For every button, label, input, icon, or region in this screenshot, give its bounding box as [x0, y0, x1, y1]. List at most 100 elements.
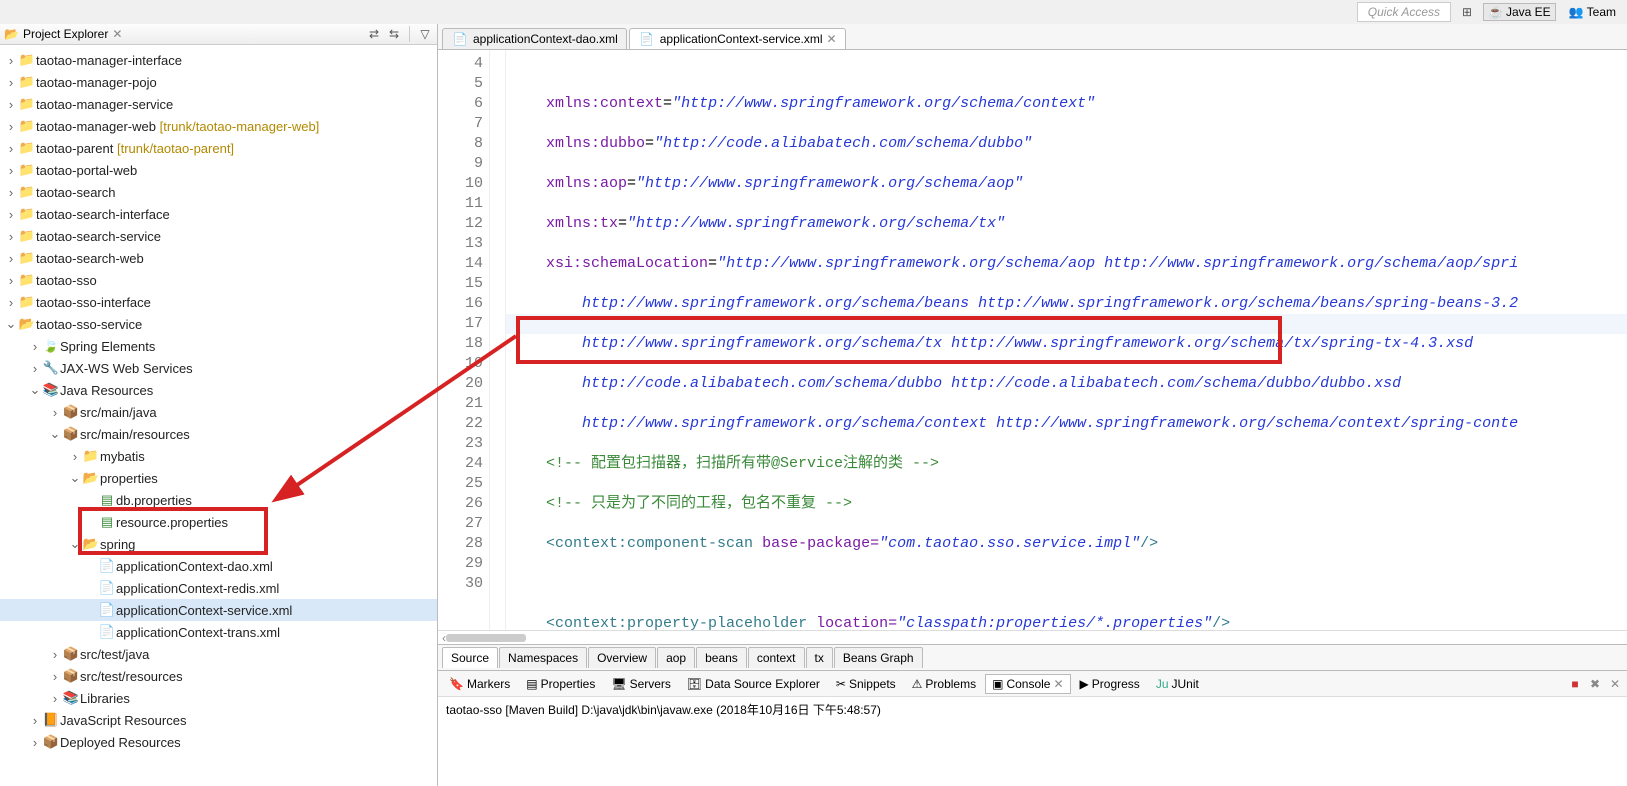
horizontal-scrollbar[interactable]: ‹ [438, 630, 1627, 644]
xml-file-selected[interactable]: 📄applicationContext-service.xml [0, 599, 437, 621]
project-label: taotao-sso-interface [36, 295, 151, 310]
collapse-all-icon[interactable]: ⇄ [366, 26, 382, 42]
editor-tab[interactable]: 📄applicationContext-dao.xml [442, 28, 627, 49]
node-label: Java Resources [60, 383, 153, 398]
project-node[interactable]: ›📁taotao-portal-web [0, 159, 437, 181]
package-node-open[interactable]: ⌄📂spring [0, 533, 437, 555]
tab-label: Console [1006, 677, 1050, 691]
node-label: properties [100, 471, 158, 486]
src-folder-node[interactable]: ›📦src/test/java [0, 643, 437, 665]
package-node[interactable]: ›📁mybatis [0, 445, 437, 467]
project-node[interactable]: ›📁taotao-search-web [0, 247, 437, 269]
tab-beans[interactable]: beans [696, 647, 747, 668]
view-tab-properties[interactable]: ▤Properties [519, 674, 602, 694]
code-content[interactable]: xmlns:context="http://www.springframewor… [506, 50, 1627, 630]
project-node[interactable]: ›📁taotao-manager-web [trunk/taotao-manag… [0, 115, 437, 137]
project-node[interactable]: ›📁taotao-manager-service [0, 93, 437, 115]
perspective-javaee[interactable]: ☕ Java EE [1483, 3, 1556, 21]
view-tab-console[interactable]: ▣Console ✕ [985, 674, 1070, 694]
tab-beans-graph[interactable]: Beans Graph [834, 647, 923, 668]
project-node[interactable]: ›📁taotao-search-service [0, 225, 437, 247]
project-label: taotao-sso-service [36, 317, 142, 332]
view-tab-dse[interactable]: 🗄Data Source Explorer [680, 674, 827, 694]
project-node[interactable]: ›📁taotao-sso [0, 269, 437, 291]
project-node[interactable]: ›📁taotao-parent [trunk/taotao-parent] [0, 137, 437, 159]
deployed-resources-node[interactable]: ›📦Deployed Resources [0, 731, 437, 753]
project-label: taotao-search [36, 185, 116, 200]
node-label: src/test/resources [80, 669, 183, 684]
perspective-label: Team [1587, 5, 1616, 19]
tab-context[interactable]: context [748, 647, 805, 668]
jaxws-node[interactable]: ›🔧JAX-WS Web Services [0, 357, 437, 379]
libraries-node[interactable]: ›📚Libraries [0, 687, 437, 709]
tab-aop[interactable]: aop [657, 647, 695, 668]
view-tab-junit[interactable]: JuJUnit [1149, 674, 1206, 694]
node-label: src/main/java [80, 405, 157, 420]
tab-label: Markers [467, 677, 510, 691]
view-tab-markers[interactable]: 🔖Markers [442, 674, 517, 694]
project-label: taotao-search-interface [36, 207, 170, 222]
scrollbar-thumb[interactable] [446, 634, 526, 642]
node-label: JAX-WS Web Services [60, 361, 193, 376]
tab-source[interactable]: Source [442, 647, 498, 668]
view-tab-progress[interactable]: ▶Progress [1073, 674, 1147, 694]
project-label: taotao-manager-service [36, 97, 173, 112]
package-node-open[interactable]: ⌄📂properties [0, 467, 437, 489]
xml-file[interactable]: 📄applicationContext-trans.xml [0, 621, 437, 643]
xml-icon: 📄 [638, 32, 656, 46]
spring-elements-node[interactable]: ›🍃Spring Elements [0, 335, 437, 357]
quick-access-box[interactable]: Quick Access [1357, 2, 1451, 22]
remove-icon[interactable]: ✕ [1607, 676, 1623, 692]
properties-file[interactable]: ▤db.properties [0, 489, 437, 511]
file-label: applicationContext-trans.xml [116, 625, 280, 640]
remove-all-icon[interactable]: ✖ [1587, 676, 1603, 692]
xml-file[interactable]: 📄applicationContext-redis.xml [0, 577, 437, 599]
tab-label: applicationContext-dao.xml [473, 32, 618, 46]
link-editor-icon[interactable]: ⇆ [386, 26, 402, 42]
tab-overview[interactable]: Overview [588, 647, 656, 668]
project-label: taotao-manager-pojo [36, 75, 157, 90]
tab-tx[interactable]: tx [806, 647, 833, 668]
close-view-icon[interactable]: ✕ [112, 27, 122, 41]
project-node[interactable]: ›📁taotao-search-interface [0, 203, 437, 225]
project-node[interactable]: ›📁taotao-sso-interface [0, 291, 437, 313]
view-tab-problems[interactable]: ⚠Problems [905, 674, 983, 694]
view-tab-snippets[interactable]: ✂Snippets [829, 674, 903, 694]
current-line-highlight [506, 314, 1627, 334]
project-node[interactable]: ›📁taotao-manager-interface [0, 49, 437, 71]
tab-namespaces[interactable]: Namespaces [499, 647, 587, 668]
project-node-open[interactable]: ⌄📂taotao-sso-service [0, 313, 437, 335]
properties-file[interactable]: ▤resource.properties [0, 511, 437, 533]
project-label: taotao-sso [36, 273, 97, 288]
project-node[interactable]: ›📁taotao-search [0, 181, 437, 203]
view-title-label: Project Explorer [23, 27, 108, 41]
view-menu-icon[interactable]: ▽ [417, 26, 433, 42]
editor-bottom-tabs: Source Namespaces Overview aop beans con… [438, 644, 1627, 670]
xml-file[interactable]: 📄applicationContext-dao.xml [0, 555, 437, 577]
node-label: src/main/resources [80, 427, 190, 442]
project-label: taotao-parent [36, 141, 113, 156]
fold-column [490, 50, 506, 630]
view-tab-servers[interactable]: 🖥Servers [604, 674, 678, 694]
close-icon[interactable]: ✕ [826, 32, 836, 46]
perspective-team[interactable]: 👥 Team [1564, 3, 1621, 21]
editor-tab-active[interactable]: 📄 applicationContext-service.xml✕ [629, 28, 846, 49]
tab-label: Problems [925, 677, 976, 691]
node-label: Deployed Resources [60, 735, 181, 750]
src-folder-node[interactable]: ›📦src/test/resources [0, 665, 437, 687]
project-tree[interactable]: ›📁taotao-manager-interface ›📁taotao-mana… [0, 45, 437, 786]
open-perspective-icon[interactable]: ⊞ [1459, 4, 1475, 20]
code-editor[interactable]: 4567891011121314151617181920212223242526… [438, 50, 1627, 630]
node-label: src/test/java [80, 647, 149, 662]
close-icon[interactable]: ✕ [1053, 677, 1063, 691]
tab-label: applicationContext-service.xml [660, 32, 823, 46]
file-label: applicationContext-redis.xml [116, 581, 279, 596]
terminate-icon[interactable]: ■ [1567, 676, 1583, 692]
tab-label: Data Source Explorer [705, 677, 820, 691]
java-resources-node[interactable]: ⌄📚Java Resources [0, 379, 437, 401]
tab-label: Snippets [849, 677, 896, 691]
src-folder-node-open[interactable]: ⌄📦src/main/resources [0, 423, 437, 445]
project-node[interactable]: ›📁taotao-manager-pojo [0, 71, 437, 93]
js-resources-node[interactable]: ›📙JavaScript Resources [0, 709, 437, 731]
src-folder-node[interactable]: ›📦src/main/java [0, 401, 437, 423]
